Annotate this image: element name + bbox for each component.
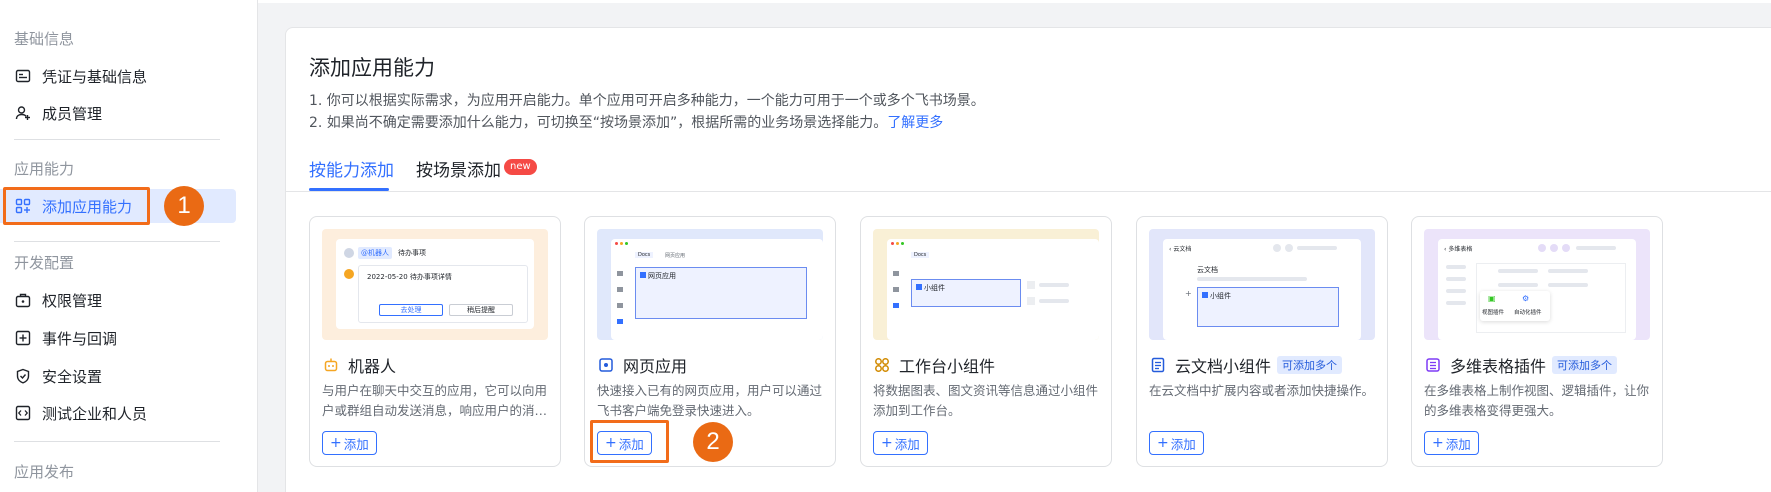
sidebar-item-security[interactable]: 安全设置: [14, 359, 236, 393]
card-description: 在多维表格上制作视图、逻辑插件，让你的多维表格变得更强大。: [1424, 383, 1650, 418]
card-title: 网页应用: [597, 353, 687, 377]
add-button-robot[interactable]: + 添加: [322, 431, 377, 455]
robot-icon: [322, 356, 340, 374]
divider: [14, 241, 220, 242]
bitable-icon: [1424, 356, 1442, 374]
plus-icon: +: [881, 435, 893, 451]
sidebar-item-credentials[interactable]: 凭证与基础信息: [14, 59, 236, 93]
capability-card-bitable-plugin[interactable]: ‹ 多维表格 ▣ 视图插件 ⚙ 自动化插件 多维表格插件 可添加多个 在多维表格…: [1411, 216, 1663, 467]
card-title: 云文档小组件 可添加多个: [1149, 353, 1343, 377]
capability-card-robot[interactable]: @机器人 待办事项 2022-05-20 待办事项详情 去处理 稍后提醒 机器人…: [309, 216, 561, 467]
web-app-preview: Docs 网页应用 网页应用: [597, 229, 823, 340]
step-badge-1: 1: [164, 186, 204, 226]
tab-divider: [285, 191, 1771, 192]
section-app-release: 应用发布: [14, 463, 75, 481]
add-member-icon: [14, 104, 32, 122]
widget-icon: [873, 356, 891, 374]
card-title: 工作台小组件: [873, 353, 995, 377]
active-tab-indicator: [309, 188, 389, 191]
sidebar-item-label: 成员管理: [42, 104, 103, 123]
card-description: 在云文档中扩展内容或者添加快捷操作。: [1149, 383, 1375, 398]
sidebar-item-label: 权限管理: [42, 291, 103, 310]
event-icon: [14, 329, 32, 347]
doc-icon: [1149, 356, 1167, 374]
step-badge-2: 2: [693, 422, 733, 462]
sidebar-item-label: 事件与回调: [42, 329, 118, 348]
description-line-1: 1. 你可以根据实际需求，为应用开启能力。单个应用可开启多种能力，一个能力可用于…: [309, 93, 985, 109]
description-text: 2. 如果尚不确定需要添加什么能力，可切换至“按场景添加”，根据所需的业务场景选…: [309, 115, 888, 131]
sidebar-item-label: 测试企业和人员: [42, 404, 148, 423]
divider: [14, 139, 220, 140]
sidebar-item-permissions[interactable]: 权限管理: [14, 283, 236, 317]
plus-icon: +: [1432, 435, 1444, 451]
code-icon: [14, 404, 32, 422]
section-dev-config: 开发配置: [14, 254, 75, 272]
description-line-2: 2. 如果尚不确定需要添加什么能力，可切换至“按场景添加”，根据所需的业务场景选…: [309, 112, 943, 132]
plus-icon: +: [1157, 435, 1169, 451]
shield-icon: [14, 367, 32, 385]
tab-by-capability[interactable]: 按能力添加: [309, 156, 394, 181]
section-app-capabilities: 应用能力: [14, 160, 75, 178]
sidebar-item-members[interactable]: 成员管理: [14, 96, 236, 130]
card-description: 快速接入已有的网页应用，用户可以通过飞书客户端免登录快速进入。: [597, 383, 823, 418]
section-basic-info: 基础信息: [14, 30, 75, 48]
page-title: 添加应用能力: [309, 56, 435, 80]
new-badge: new: [504, 159, 537, 175]
tab-by-scenario[interactable]: 按场景添加: [416, 156, 501, 181]
sidebar-item-events[interactable]: 事件与回调: [14, 321, 236, 355]
add-button-bitable-plugin[interactable]: + 添加: [1424, 431, 1479, 455]
divider: [14, 441, 220, 442]
sidebar-item-test-tenant[interactable]: 测试企业和人员: [14, 396, 236, 430]
multi-add-tag: 可添加多个: [1277, 356, 1343, 374]
card-title: 多维表格插件 可添加多个: [1424, 353, 1618, 377]
highlight-box-sidebar: [3, 187, 150, 225]
sidebar-item-label: 安全设置: [42, 367, 103, 386]
card-description: 与用户在聊天中交互的应用，它可以向用户或群组自动发送消息，响应用户的消…: [322, 383, 548, 418]
add-button-workplace-widget[interactable]: + 添加: [873, 431, 928, 455]
capability-card-workplace-widget[interactable]: Docs 小组件 工作台小组件 将数据图表、图文资讯等信息通过小组件添加到工作台…: [860, 216, 1112, 467]
capability-card-docs-widget[interactable]: ‹ 云文档 云文档 + 小组件 云文档小组件 可添加多个 在云文档中扩展内容或者…: [1136, 216, 1388, 467]
robot-preview: @机器人 待办事项 2022-05-20 待办事项详情 去处理 稍后提醒: [322, 229, 548, 340]
web-app-icon: [597, 356, 615, 374]
briefcase-icon: [14, 291, 32, 309]
highlight-box-add-button: [590, 420, 669, 463]
id-card-icon: [14, 67, 32, 85]
sidebar: 基础信息 凭证与基础信息 成员管理 应用能力 添加应用能力 开发配置 权限管理 …: [0, 0, 258, 492]
learn-more-link[interactable]: 了解更多: [887, 115, 943, 131]
card-description: 将数据图表、图文资讯等信息通过小组件添加到工作台。: [873, 383, 1099, 418]
add-button-docs-widget[interactable]: + 添加: [1149, 431, 1204, 455]
multi-add-tag: 可添加多个: [1552, 356, 1618, 374]
docs-widget-preview: ‹ 云文档 云文档 + 小组件: [1149, 229, 1375, 340]
sidebar-item-label: 凭证与基础信息: [42, 67, 148, 86]
card-title: 机器人: [322, 353, 396, 377]
plus-icon: +: [330, 435, 342, 451]
bitable-preview: ‹ 多维表格 ▣ 视图插件 ⚙ 自动化插件: [1424, 229, 1650, 340]
widget-preview: Docs 小组件: [873, 229, 1099, 340]
top-strip: [258, 0, 1771, 3]
